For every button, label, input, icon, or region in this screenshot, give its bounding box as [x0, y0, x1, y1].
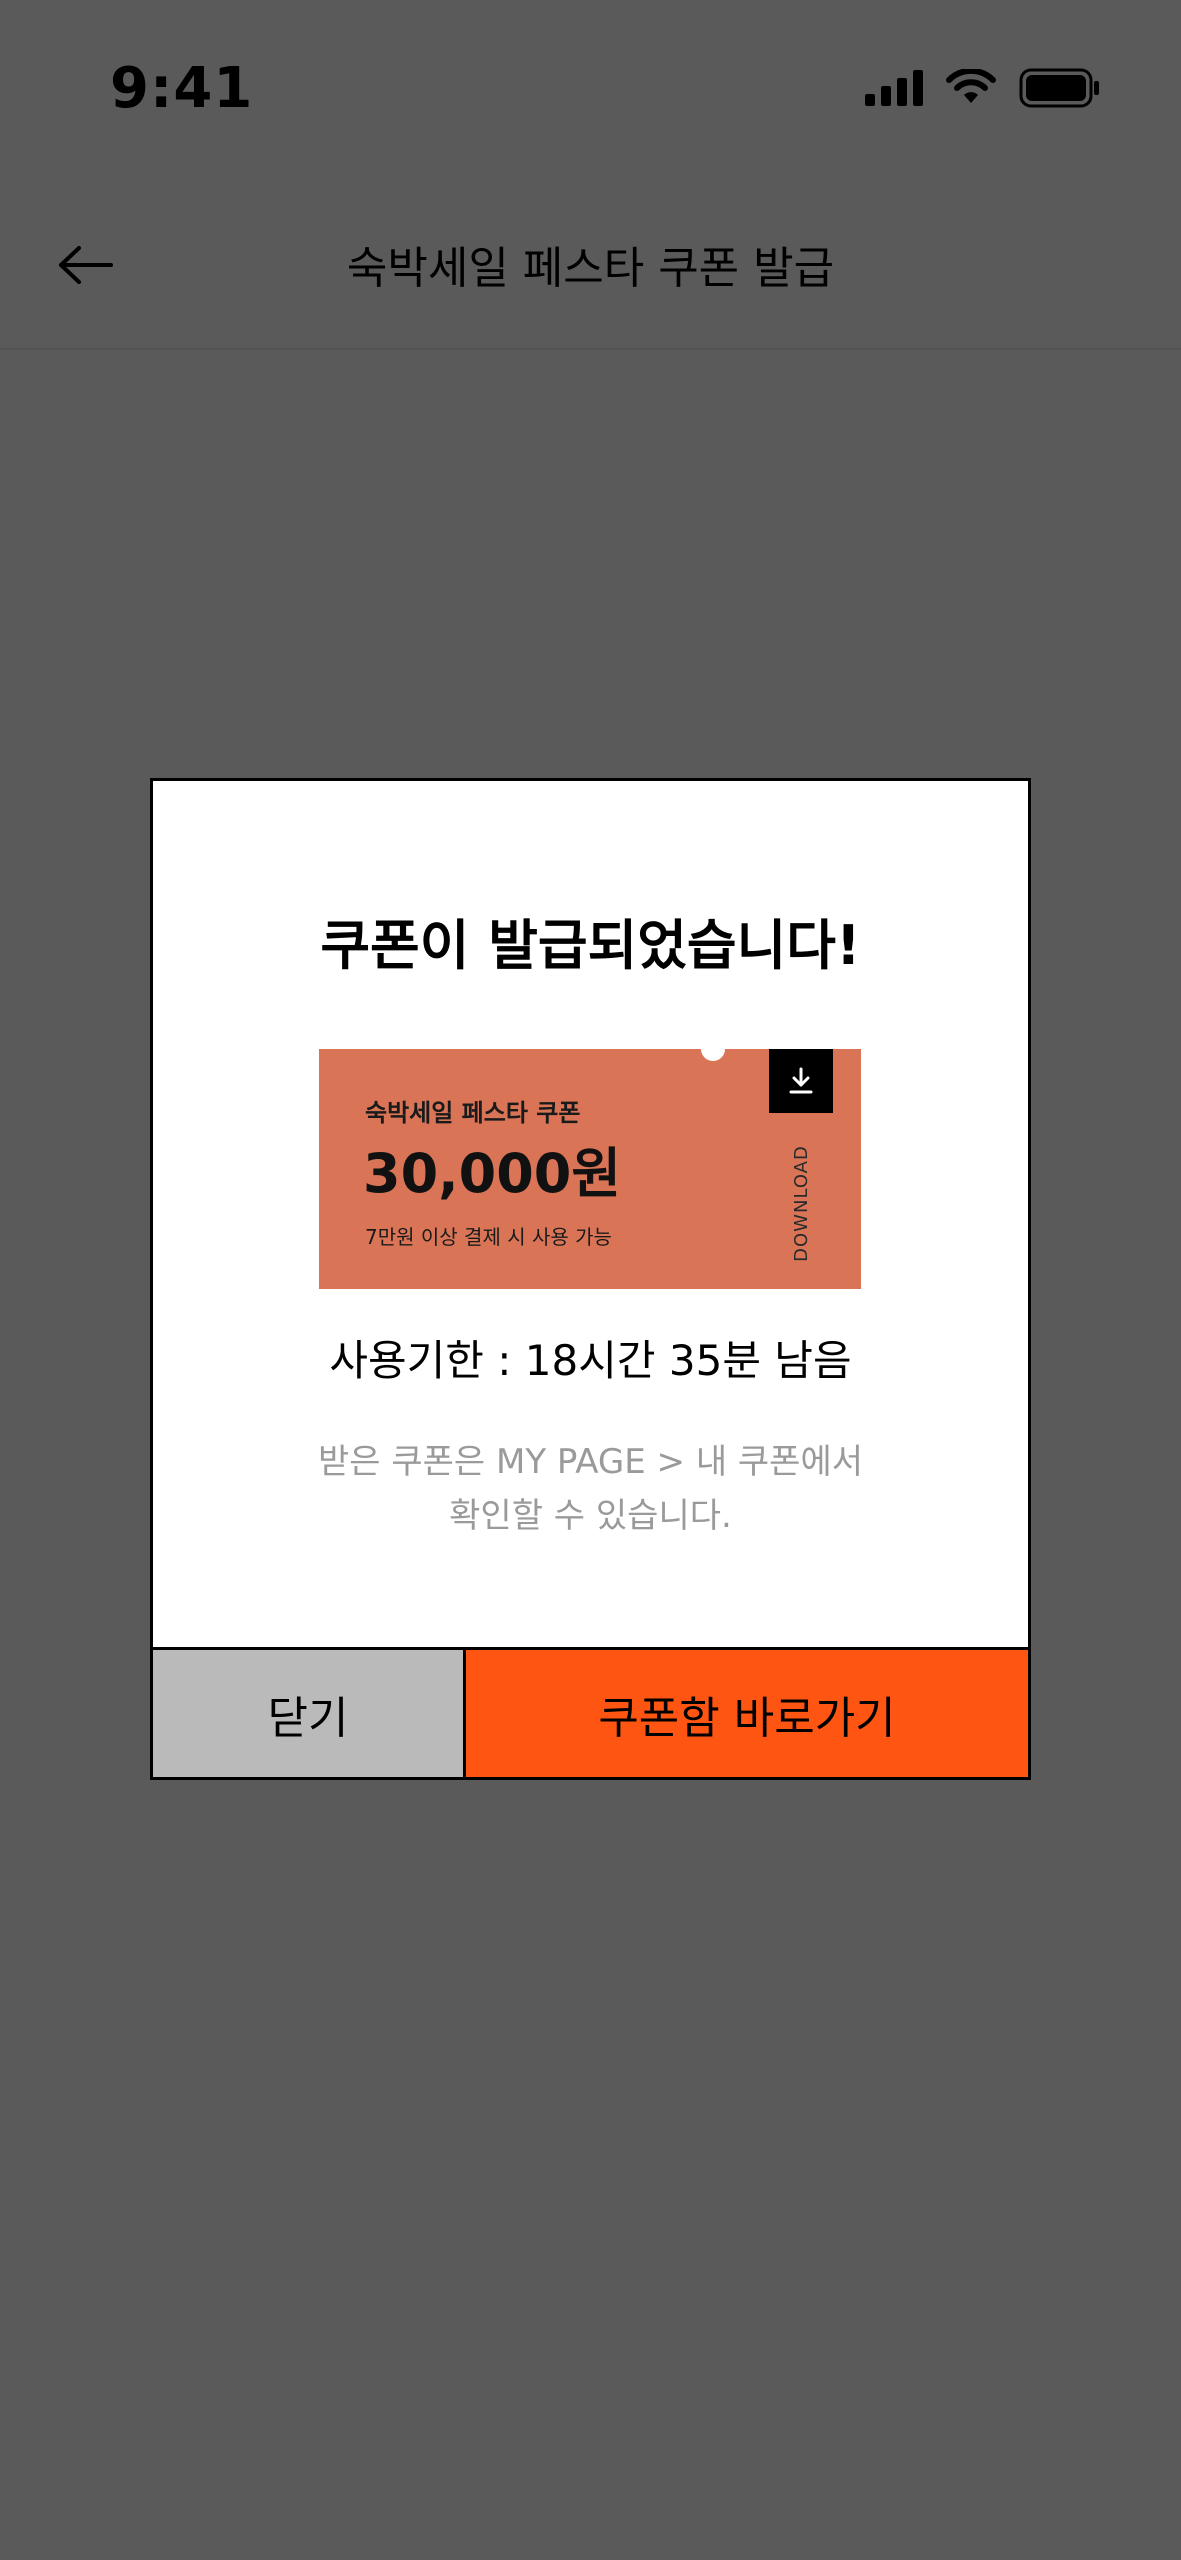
download-label: DOWNLOAD	[769, 1143, 833, 1263]
page-title: 숙박세일 페스타 쿠폰 발급	[346, 243, 835, 294]
go-to-coupon-box-button[interactable]: 쿠폰함 바로가기	[466, 1650, 1028, 1777]
battery-icon	[1019, 68, 1099, 108]
download-icon	[789, 1067, 813, 1094]
status-time: 9:41	[110, 56, 254, 121]
wifi-icon	[946, 69, 996, 103]
coupon-expiry: 사용기한 : 18시간 35분 남음	[329, 1336, 852, 1385]
coupon-info-line-1: 받은 쿠폰은 MY PAGE > 내 쿠폰에서	[317, 1442, 864, 1482]
coupon-card: 숙박세일 페스타 쿠폰 30,000원 7만원 이상 결제 시 사용 가능 DO…	[319, 1037, 861, 1289]
close-button[interactable]: 닫기	[153, 1650, 466, 1777]
status-icons	[865, 68, 1101, 108]
coupon-condition: 7만원 이상 결제 시 사용 가능	[365, 1225, 612, 1249]
dialog-title: 쿠폰이 발급되었습니다!	[320, 914, 861, 977]
download-button[interactable]	[769, 1049, 833, 1113]
download-label-text: DOWNLOAD	[790, 1144, 812, 1262]
dialog-buttons: 닫기 쿠폰함 바로가기	[153, 1647, 1028, 1777]
coupon-issued-dialog: 쿠폰이 발급되었습니다! 숙박세일 페스타 쿠폰 30,000원 7만원 이상 …	[150, 778, 1031, 1780]
coupon-name: 숙박세일 페스타 쿠폰	[365, 1099, 581, 1127]
cellular-signal-icon	[865, 70, 923, 106]
nav-bar: 숙박세일 페스타 쿠폰 발급	[0, 180, 1181, 350]
coupon-info: 받은 쿠폰은 MY PAGE > 내 쿠폰에서 확인할 수 있습니다.	[153, 1435, 1028, 1543]
screen: 9:41 숙박세일 페스타 쿠폰 발급 쿠폰이 발급되었습니다! 숙박세일 페스…	[0, 0, 1181, 2560]
coupon-notch	[701, 1037, 725, 1061]
status-bar: 9:41	[0, 0, 1181, 180]
coupon-info-line-2: 확인할 수 있습니다.	[449, 1496, 732, 1536]
coupon-amount: 30,000원	[363, 1142, 622, 1205]
